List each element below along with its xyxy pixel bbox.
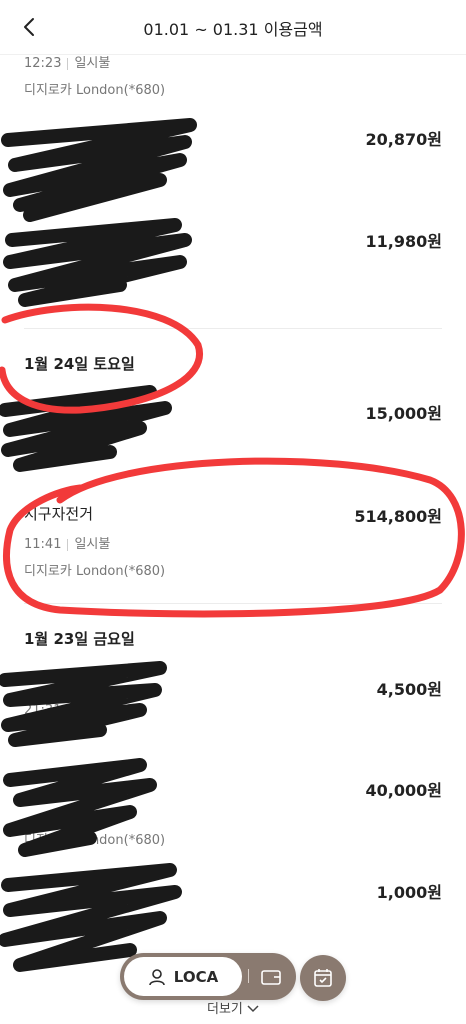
card-name: 디지로카 London(*680) — [24, 833, 166, 848]
divider — [24, 603, 442, 604]
list-item[interactable]: 20,870원 — [24, 126, 442, 206]
list-item[interactable]: 1,000원 — [24, 879, 442, 959]
divider — [24, 328, 442, 329]
transaction-time: 11:41 — [24, 537, 62, 552]
amount: 20,870원 — [365, 130, 442, 149]
chevron-down-icon — [247, 1005, 259, 1013]
amount: 1,000원 — [376, 883, 442, 902]
list-item-partial[interactable]: 12:23 일시불 디지로카 London(*680) — [24, 52, 442, 98]
amount: 40,000원 — [365, 781, 442, 800]
date-header: 1월 23일 금요일 — [24, 630, 135, 648]
list-item[interactable]: 15,000원 — [24, 400, 442, 480]
wallet-icon — [261, 970, 281, 985]
payment-type: 일시불 — [74, 56, 111, 71]
amount: 514,800원 — [354, 507, 442, 526]
wallet-button[interactable] — [256, 963, 286, 991]
list-item[interactable]: 11,980원 — [24, 228, 442, 308]
amount: 11,980원 — [365, 232, 442, 251]
card-name: 디지로카 London(*680) — [24, 564, 166, 579]
list-item[interactable]: 지구자전거 514,800원 11:41 일시불 디지로카 London(*680… — [24, 503, 442, 583]
loca-label: LOCA — [173, 967, 219, 986]
transaction-time: 12:23 — [24, 56, 62, 71]
amount: 15,000원 — [365, 404, 442, 423]
more-label: 더보기 — [206, 1002, 243, 1017]
list-item[interactable]: 40,000원 디지로카 London(*680) — [24, 777, 442, 857]
card-name: 디지로카 London(*680) — [24, 83, 166, 98]
page-title: 01.01 ~ 01.31 이용금액 — [143, 20, 323, 39]
meta-separator — [67, 538, 69, 551]
calendar-button[interactable] — [300, 955, 346, 1001]
more-button[interactable]: 더보기 — [0, 998, 466, 1017]
payment-type: 일시불 — [74, 537, 111, 552]
meta-separator — [67, 57, 69, 70]
calendar-check-icon — [314, 969, 332, 987]
bottom-nav-pill: LOCA — [120, 953, 296, 1000]
list-item[interactable]: 4,500원 21:31 — [24, 676, 442, 756]
pill-separator — [248, 969, 249, 983]
top-bar: 01.01 ~ 01.31 이용금액 — [0, 0, 466, 55]
amount: 4,500원 — [376, 680, 442, 699]
date-header: 1월 24일 토요일 — [24, 355, 135, 373]
transaction-time: 21:31 — [24, 703, 62, 718]
loca-button[interactable]: LOCA — [124, 957, 242, 996]
person-icon — [148, 968, 165, 985]
